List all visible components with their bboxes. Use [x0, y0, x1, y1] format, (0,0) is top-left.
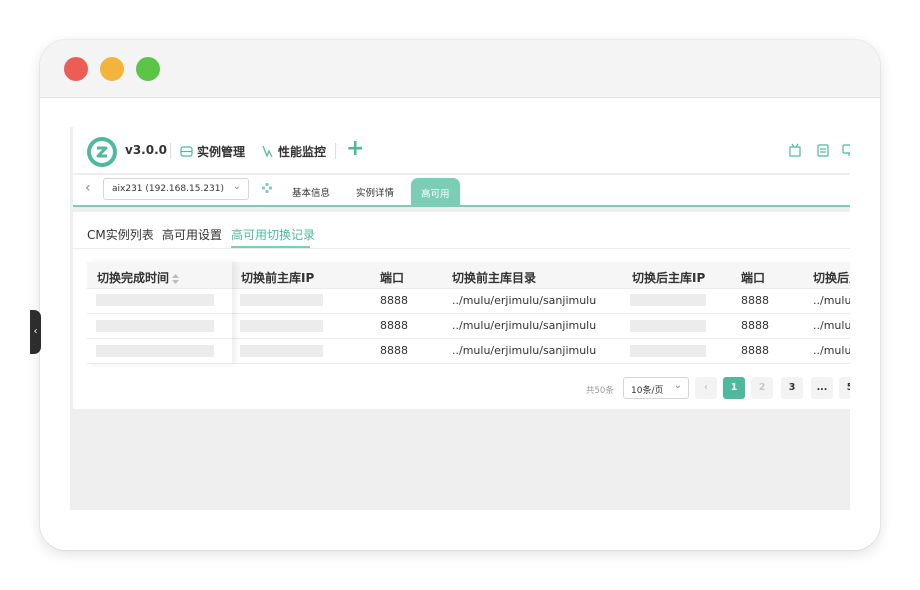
master-dir-after-cell: ../mulu/	[813, 344, 850, 357]
page-size-select[interactable]: 10条/页 ⌄	[623, 377, 689, 399]
app-version: v3.0.0	[125, 143, 167, 157]
column-header-master-ip-after: 切换后主库IP	[632, 271, 706, 285]
prev-page-button[interactable]: ‹	[695, 377, 717, 399]
master-ip-after-placeholder	[630, 345, 706, 357]
column-header-master-ip-before: 切换前主库IP	[241, 271, 315, 285]
column-header-master-dir-before: 切换前主库目录	[452, 271, 537, 285]
header-divider	[335, 143, 336, 159]
column-header-port-before: 端口	[380, 271, 405, 285]
browser-window: v3.0.0 实例管理 性能监控 + ‹ aix231 (192.168.15.…	[40, 40, 880, 550]
app-frame: v3.0.0 实例管理 性能监控 + ‹ aix231 (192.168.15.…	[70, 127, 850, 510]
master-dir-before-cell: ../mulu/erjimulu/sanjimulu	[452, 344, 597, 357]
window-content: v3.0.0 实例管理 性能监控 + ‹ aix231 (192.168.15.…	[40, 98, 880, 550]
master-ip-after-placeholder	[630, 294, 706, 306]
port-after-cell: 8888	[741, 294, 769, 307]
clipboard-icon[interactable]	[816, 143, 830, 157]
monitor-icon	[262, 145, 273, 158]
instance-select[interactable]: aix231 (192.168.15.231) ⌄	[103, 178, 249, 200]
port-before-cell: 8888	[380, 294, 408, 307]
instance-tab-bar: ‹ aix231 (192.168.15.231) ⌄ 基本信息 实例详情 高可…	[73, 175, 850, 207]
pagination-total: 共50条	[586, 386, 614, 396]
robot-icon[interactable]	[788, 143, 802, 157]
app-header: v3.0.0 实例管理 性能监控 +	[73, 127, 850, 174]
master-ip-after-placeholder	[630, 320, 706, 332]
master-ip-before-placeholder	[240, 345, 323, 357]
nav-instance-management[interactable]: 实例管理	[180, 140, 245, 162]
subtab-divider	[73, 248, 850, 249]
master-dir-before-cell: ../mulu/erjimulu/sanjimulu	[452, 319, 597, 332]
fixed-column-shadow	[87, 262, 232, 364]
add-button[interactable]: +	[346, 138, 364, 161]
nav-instance-management-label: 实例管理	[197, 144, 246, 159]
tab-instance-details[interactable]: 实例详情	[356, 185, 394, 199]
ha-panel: CM实例列表 高可用设置 高可用切换记录 切换完成时间 切换前主库IP 端口 切…	[73, 212, 850, 409]
close-window-button[interactable]	[64, 57, 88, 81]
nav-performance-monitor[interactable]: 性能监控	[261, 140, 326, 162]
master-ip-before-placeholder	[240, 320, 323, 332]
page-button-5[interactable]: 5	[839, 377, 850, 399]
master-dir-after-cell: ../mulu/	[813, 294, 850, 307]
page-size-value: 10条/页	[631, 386, 664, 396]
back-chevron-icon[interactable]: ‹	[85, 180, 91, 196]
port-after-cell: 8888	[741, 344, 769, 357]
master-dir-before-cell: ../mulu/erjimulu/sanjimulu	[452, 294, 597, 307]
minimize-window-button[interactable]	[100, 57, 124, 81]
screen-icon[interactable]	[842, 143, 850, 157]
page-button-3[interactable]: 3	[781, 377, 803, 399]
subtab-ha-switch-log[interactable]: 高可用切换记录	[231, 226, 315, 243]
title-bar	[40, 40, 880, 98]
maximize-window-button[interactable]	[136, 57, 160, 81]
master-ip-before-placeholder	[240, 294, 323, 306]
chevron-down-icon: ⌄	[232, 181, 241, 192]
subtab-cm-instance-list[interactable]: CM实例列表	[87, 226, 154, 243]
cluster-icon[interactable]	[261, 182, 273, 194]
port-before-cell: 8888	[380, 319, 408, 332]
page-ellipsis[interactable]: ...	[811, 377, 833, 399]
port-before-cell: 8888	[380, 344, 408, 357]
database-icon	[180, 145, 193, 157]
page-button-2[interactable]: 2	[751, 377, 773, 399]
subtab-ha-settings[interactable]: 高可用设置	[162, 226, 222, 243]
column-header-port-after: 端口	[741, 271, 766, 285]
port-after-cell: 8888	[741, 319, 769, 332]
tab-high-availability[interactable]: 高可用	[411, 178, 460, 205]
chevron-down-icon: ⌄	[673, 380, 682, 391]
nav-performance-monitor-label: 性能监控	[278, 144, 327, 159]
header-divider	[170, 143, 171, 159]
app-logo-icon	[87, 137, 117, 167]
sidebar-toggle-handle[interactable]: ‹	[30, 310, 41, 354]
master-dir-after-cell: ../mulu/	[813, 319, 850, 332]
page-button-1[interactable]: 1	[723, 377, 745, 399]
column-header-master-dir-after: 切换后主	[813, 271, 850, 285]
tab-basic-info[interactable]: 基本信息	[292, 185, 330, 199]
instance-select-value: aix231 (192.168.15.231)	[112, 184, 224, 194]
